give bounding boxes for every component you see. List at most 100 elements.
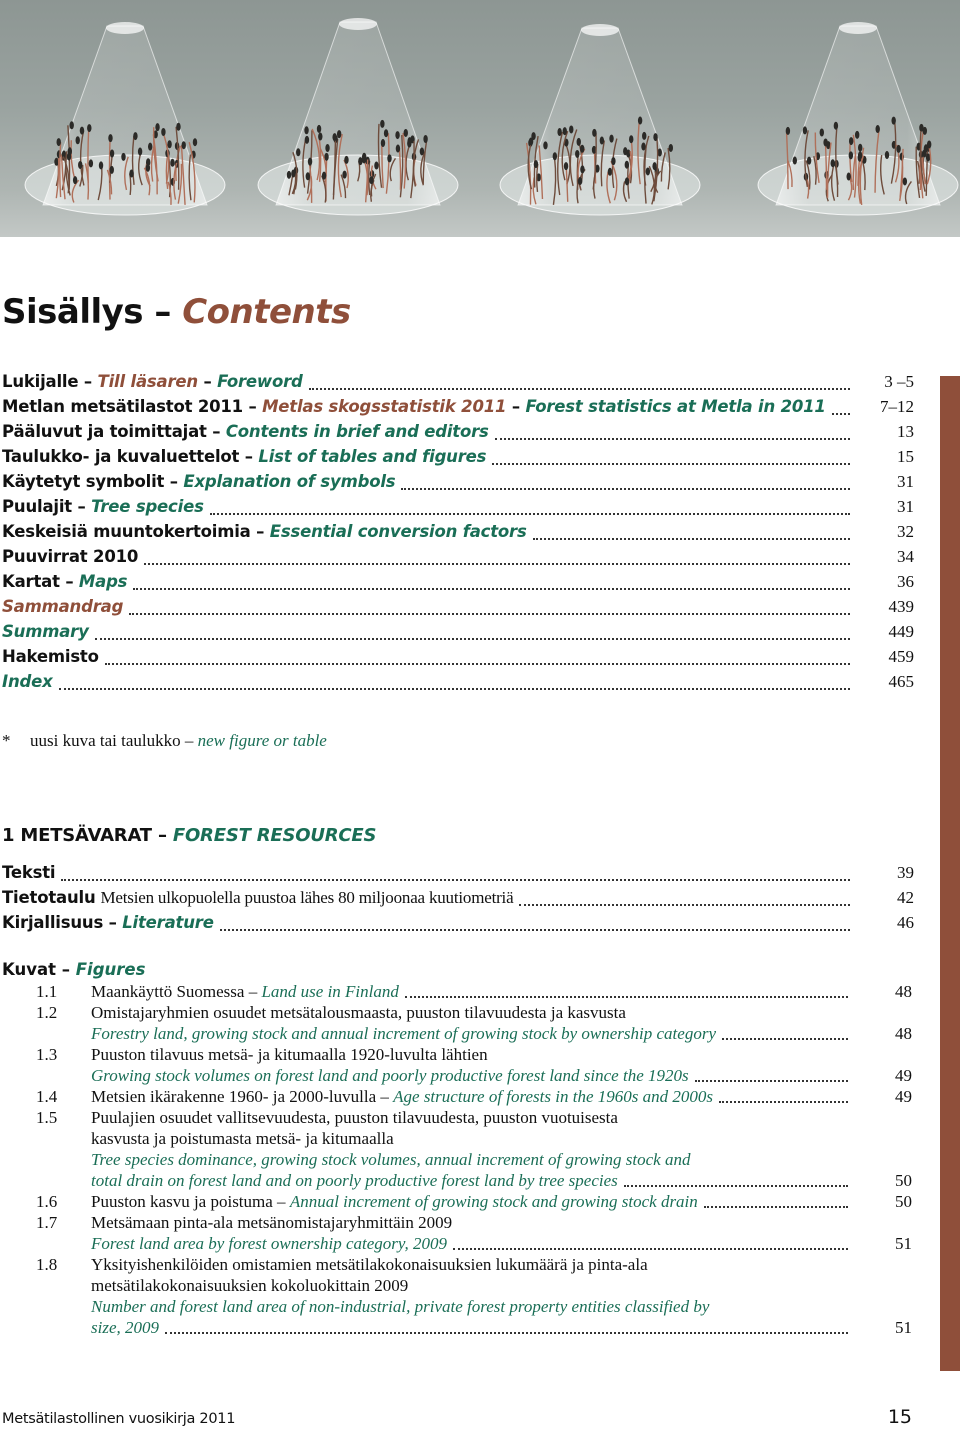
- figure-title: Omistajaryhmien osuudet metsätalousmaast…: [91, 1003, 626, 1023]
- figures-heading: Kuvat – Figures: [2, 960, 145, 979]
- toc-entry-label: Kartat – Maps: [2, 572, 128, 591]
- asterisk-symbol: *: [2, 731, 11, 750]
- section-entry-label: Tietotaulu Metsien ulkopuolella puustoa l…: [2, 888, 514, 908]
- figure-title: Maankäyttö Suomessa – Land use in Finlan…: [91, 982, 399, 1002]
- figure-number: 1.2: [36, 1003, 58, 1022]
- dot-leader: [623, 1185, 848, 1187]
- page-ref: 13: [897, 422, 914, 441]
- toc-entry[interactable]: Käytetyt symbolit – Explanation of symbo…: [2, 472, 914, 496]
- page-ref: 42: [897, 888, 914, 907]
- toc-entry-label: Taulukko- ja kuvaluettelot – List of tab…: [2, 447, 486, 466]
- section-entry[interactable]: Tietotaulu Metsien ulkopuolella puustoa l…: [2, 888, 914, 912]
- dash-separator: –: [103, 913, 123, 932]
- dot-leader: [492, 463, 850, 465]
- figure-line[interactable]: Forest land area by forest ownership cat…: [0, 1234, 912, 1255]
- page-ref: 50: [895, 1171, 912, 1190]
- section-dash: –: [157, 825, 167, 846]
- toc-entry[interactable]: Puulajit – Tree species 31: [2, 497, 914, 521]
- figure-line[interactable]: total drain on forest land and on poorly…: [0, 1171, 912, 1192]
- figure-number: 1.1: [36, 982, 58, 1001]
- page-ref: 31: [897, 472, 914, 491]
- figure-title-finnish: Maankäyttö Suomessa –: [91, 982, 258, 1001]
- figure-title-english: Annual increment of growing stock and gr…: [289, 1192, 698, 1211]
- toc-entry[interactable]: Sammandrag 439: [2, 597, 914, 621]
- dot-leader: [219, 929, 850, 931]
- figure-line[interactable]: 1.4 Metsien ikärakenne 1960- ja 2000-luvu…: [0, 1087, 912, 1108]
- seedling-cones-illustration: [24, 18, 959, 216]
- section-entry[interactable]: Kirjallisuus – Literature 46: [2, 913, 914, 937]
- entry-title-finnish: Käytetyt symbolit: [2, 472, 165, 491]
- figure-title: Metsämaan pinta-ala metsänomistajaryhmit…: [91, 1213, 452, 1233]
- toc-entry[interactable]: Hakemisto 459: [2, 647, 914, 671]
- figure-title-finnish: Omistajaryhmien osuudet metsätalousmaast…: [91, 1003, 626, 1022]
- figures-heading-english: Figures: [75, 960, 146, 979]
- dot-leader: [58, 688, 850, 690]
- toc-entry[interactable]: Taulukko- ja kuvaluettelot – List of tab…: [2, 447, 914, 471]
- toc-entry[interactable]: Summary 449: [2, 622, 914, 646]
- page-ref: 32: [897, 522, 914, 541]
- section-heading: 1 METSÄVARAT – FOREST RESOURCES: [2, 825, 376, 846]
- page-ref: 48: [895, 1024, 912, 1043]
- figure-line[interactable]: size, 2009 51: [0, 1318, 912, 1339]
- title-english: Contents: [182, 292, 351, 332]
- dash-separator: –: [78, 372, 98, 391]
- section-entry[interactable]: Teksti 39: [2, 863, 914, 887]
- dash-separator: –: [242, 397, 263, 416]
- figure-line[interactable]: Growing stock volumes on forest land and…: [0, 1066, 912, 1087]
- figure-line[interactable]: 1.1 Maankäyttö Suomessa – Land use in Fin…: [0, 982, 912, 1003]
- figure-title-english: Forestry land, growing stock and annual …: [91, 1024, 716, 1043]
- dot-leader: [694, 1080, 848, 1082]
- toc-entry[interactable]: Index 465: [2, 672, 914, 696]
- dot-leader: [718, 1101, 848, 1103]
- toc-entry[interactable]: Kartat – Maps 36: [2, 572, 914, 596]
- page-title: Sisällys – Contents: [2, 292, 351, 332]
- figure-line[interactable]: Forestry land, growing stock and annual …: [0, 1024, 912, 1045]
- figure-title-finnish: Metsien ikärakenne 1960- ja 2000-luvulla…: [91, 1087, 389, 1106]
- dash-separator: –: [164, 472, 184, 491]
- figure-title-english: total drain on forest land and on poorly…: [91, 1171, 618, 1190]
- dash-separator: –: [197, 372, 218, 391]
- toc-entry-label: Index: [2, 672, 53, 691]
- figure-line[interactable]: 1.6 Puuston kasvu ja poistuma – Annual in…: [0, 1192, 912, 1213]
- figure-title-finnish: Puuston kasvu ja poistuma –: [91, 1192, 286, 1211]
- figure-title-english: Number and forest land area of non-indus…: [91, 1297, 710, 1316]
- figure-title: Yksityishenkilöiden omistamien metsätila…: [91, 1255, 648, 1275]
- entry-title-english: List of tables and figures: [258, 447, 487, 466]
- toc-entry-label: Pääluvut ja toimittajat – Contents in br…: [2, 422, 489, 441]
- entry-title-finnish: Teksti: [2, 863, 56, 882]
- entry-title-finnish: Metlan metsätilastot 2011: [2, 397, 243, 416]
- dot-leader: [703, 1206, 848, 1208]
- dot-leader: [453, 1248, 848, 1250]
- dot-leader: [94, 638, 850, 640]
- figure-line: Number and forest land area of non-indus…: [0, 1297, 912, 1318]
- dot-leader: [144, 563, 850, 565]
- entry-title-finnish: Puuvirrat 2010: [2, 547, 139, 566]
- toc-entry-label: Keskeisiä muuntokertoimia – Essential co…: [2, 522, 527, 541]
- toc-entry[interactable]: Metlan metsätilastot 2011 – Metlas skogs…: [2, 397, 914, 421]
- toc-entry[interactable]: Lukijalle – Till läsaren – Foreword 3 –5: [2, 372, 914, 396]
- figure-title-english: size, 2009: [91, 1318, 159, 1337]
- figure-number: 1.7: [36, 1213, 58, 1232]
- entry-title-english: Contents in brief and editors: [225, 422, 489, 441]
- figure-title: Puuston kasvu ja poistuma – Annual incre…: [91, 1192, 698, 1212]
- entry-title-swedish: Metlas skogsstatistik 2011: [262, 397, 507, 416]
- toc-entry[interactable]: Puuvirrat 2010 34: [2, 547, 914, 571]
- toc-entry[interactable]: Pääluvut ja toimittajat – Contents in br…: [2, 422, 914, 446]
- figure-title-english: Tree species dominance, growing stock vo…: [91, 1150, 691, 1169]
- toc-entry-label: Sammandrag: [2, 597, 123, 616]
- toc-entry-label: Puulajit – Tree species: [2, 497, 204, 516]
- figure-title: Growing stock volumes on forest land and…: [91, 1066, 689, 1086]
- page-ref: 459: [888, 647, 915, 666]
- section-number: 1: [2, 825, 15, 846]
- dot-leader: [308, 388, 850, 390]
- page-ref: 449: [888, 622, 915, 641]
- entry-title-english: Tree species: [91, 497, 204, 516]
- glass-cone: [499, 24, 701, 216]
- figure-title-finnish: kasvusta ja poistumasta metsä- ja kituma…: [91, 1129, 394, 1148]
- figure-title-finnish: Puulajien osuudet vallitsevuudesta, puus…: [91, 1108, 618, 1127]
- toc-entry-label: Metlan metsätilastot 2011 – Metlas skogs…: [2, 397, 826, 416]
- toc-entry[interactable]: Keskeisiä muuntokertoimia – Essential co…: [2, 522, 914, 546]
- page-ref: 31: [897, 497, 914, 516]
- dash-separator: –: [59, 572, 79, 591]
- entry-title-english: Index: [2, 672, 53, 691]
